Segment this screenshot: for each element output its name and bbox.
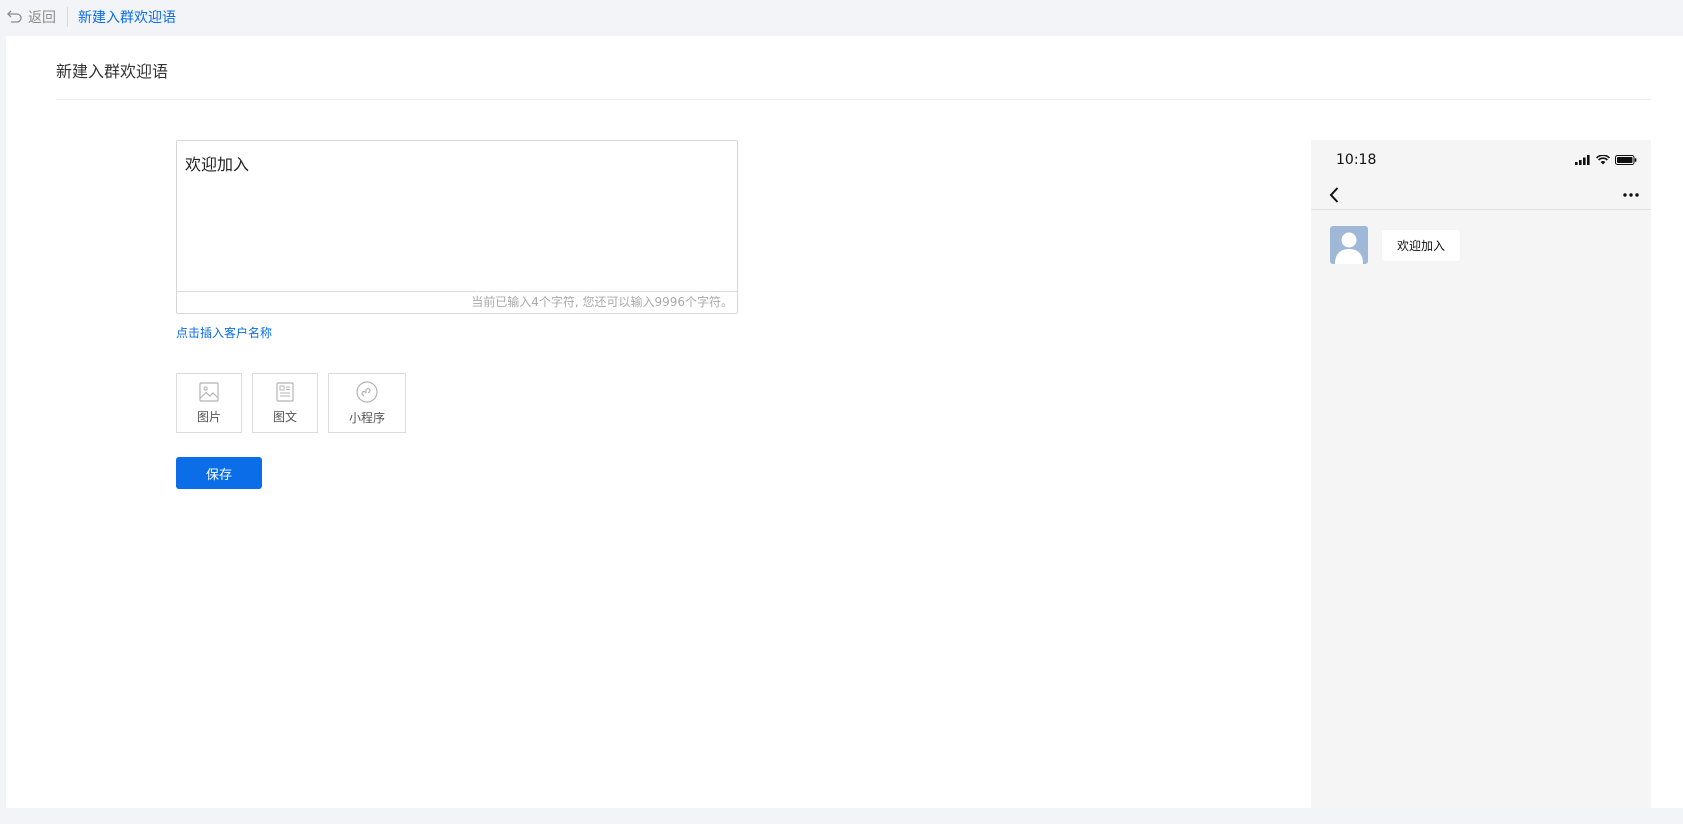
main-card: 新建入群欢迎语 当前已输入4个字符, 您还可以输入9996个字符。 点击插入客户… xyxy=(6,36,1683,808)
character-counter: 当前已输入4个字符, 您还可以输入9996个字符。 xyxy=(177,291,737,313)
chevron-left-icon xyxy=(1329,186,1339,203)
status-bar: 10:18 xyxy=(1311,140,1651,180)
signal-icon xyxy=(1575,155,1590,165)
add-image-label: 图片 xyxy=(196,409,221,424)
mini-program-icon xyxy=(356,380,378,403)
article-icon xyxy=(276,381,294,402)
attachment-options: 图片 图文 小程序 xyxy=(176,373,416,433)
add-article-label: 图文 xyxy=(272,409,297,424)
add-image-button[interactable]: 图片 xyxy=(176,373,242,433)
wifi-icon xyxy=(1596,155,1610,165)
divider xyxy=(67,6,68,27)
back-button[interactable]: 返回 xyxy=(7,7,56,27)
add-mini-program-button[interactable]: 小程序 xyxy=(328,373,406,433)
phone-preview: 10:18 欢迎加入 xyxy=(1311,140,1651,808)
save-button[interactable]: 保存 xyxy=(176,457,262,489)
page-title: 新建入群欢迎语 xyxy=(56,62,169,81)
add-mini-program-label: 小程序 xyxy=(348,410,385,425)
battery-icon xyxy=(1615,155,1637,165)
back-label: 返回 xyxy=(28,9,56,26)
avatar xyxy=(1330,226,1368,264)
title-divider xyxy=(56,99,1651,100)
top-bar: 返回 新建入群欢迎语 xyxy=(0,0,1683,33)
insert-customer-name-link[interactable]: 点击插入客户名称 xyxy=(176,324,272,341)
welcome-message-editor: 当前已输入4个字符, 您还可以输入9996个字符。 xyxy=(176,140,738,314)
chat-nav-bar xyxy=(1311,180,1651,210)
breadcrumb: 新建入群欢迎语 xyxy=(78,9,176,26)
image-icon xyxy=(199,381,219,402)
back-arrow-icon xyxy=(7,10,22,23)
chat-message: 欢迎加入 xyxy=(1311,210,1651,264)
status-time: 10:18 xyxy=(1336,152,1377,168)
welcome-message-input[interactable] xyxy=(177,141,737,291)
status-icons xyxy=(1575,155,1637,165)
add-article-button[interactable]: 图文 xyxy=(252,373,318,433)
more-icon xyxy=(1623,192,1639,197)
message-bubble: 欢迎加入 xyxy=(1382,230,1461,261)
user-avatar-icon xyxy=(1335,232,1363,264)
